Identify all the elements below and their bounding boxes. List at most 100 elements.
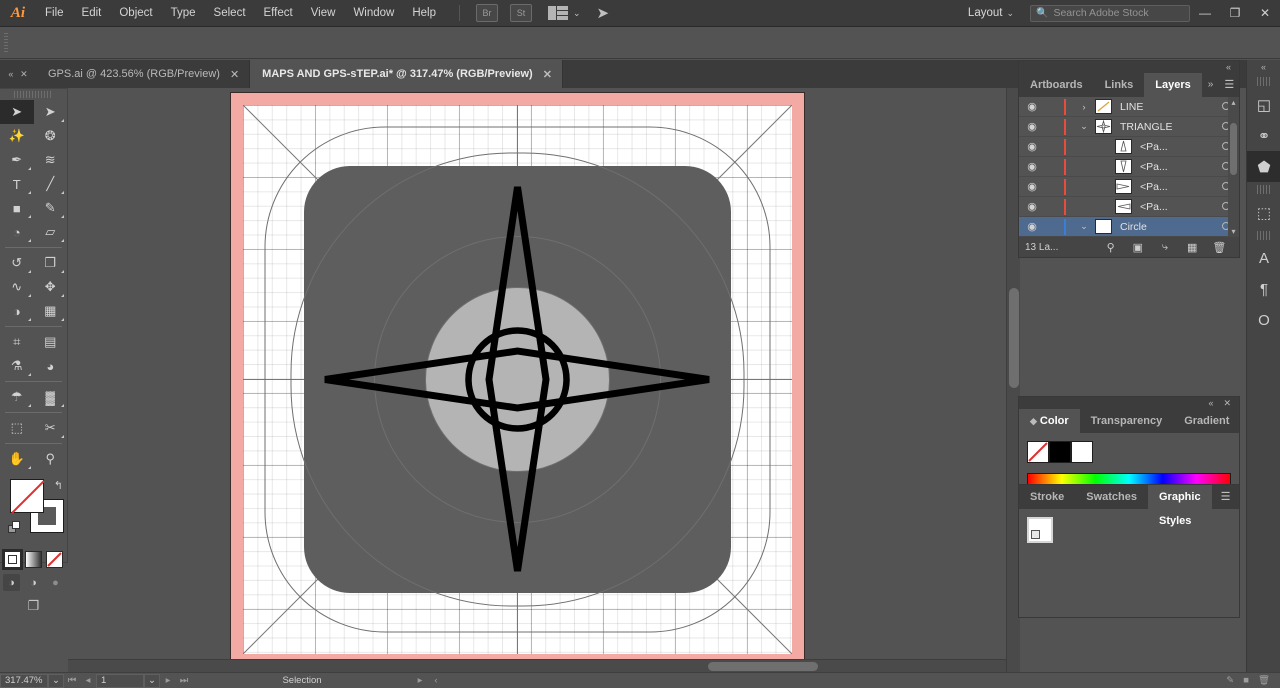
tool-flyout-indicator[interactable] (27, 270, 31, 273)
layer-row[interactable]: ◉ <Pa... (1019, 137, 1239, 157)
draw-normal-icon[interactable]: ◑ (3, 574, 20, 591)
tab-graphic-styles[interactable]: Graphic Styles (1148, 485, 1212, 527)
control-bar-grip[interactable] (4, 33, 8, 53)
rail-collapse-icon[interactable]: « (1247, 60, 1280, 74)
layer-name-label[interactable]: <Pa... (1132, 181, 1213, 193)
eyedropper-tool[interactable]: ⚗ (0, 354, 34, 378)
tab-links[interactable]: Links (1094, 73, 1145, 97)
menu-file[interactable]: File (36, 0, 73, 27)
color-collapse-icon[interactable]: « (1208, 398, 1213, 408)
chevron-down-icon[interactable]: ⌄ (573, 8, 581, 19)
magic-wand-tool[interactable]: ✨ (0, 124, 34, 148)
tool-flyout-indicator[interactable] (27, 167, 31, 170)
mesh-tool[interactable]: ⌗ (0, 330, 34, 354)
status-resize-icon[interactable]: ‹ (428, 674, 444, 688)
gradient-mode-button[interactable] (25, 551, 42, 568)
tool-flyout-indicator[interactable] (61, 215, 64, 218)
tool-flyout-indicator[interactable] (61, 404, 64, 407)
layer-name-label[interactable]: TRIANGLE (1112, 121, 1213, 133)
tab-color[interactable]: ◆ Color (1019, 409, 1080, 433)
layer-row[interactable]: ◉ <Pa... (1019, 177, 1239, 197)
layers-scroll-up-icon[interactable]: ▴ (1228, 98, 1239, 107)
zoom-tool[interactable]: ⚲ (34, 447, 68, 471)
tab-artboards[interactable]: Artboards (1019, 73, 1094, 97)
layers-scroll-thumb[interactable] (1230, 123, 1237, 175)
screen-mode-icon[interactable]: ❐ (0, 598, 67, 614)
tool-flyout-indicator[interactable] (27, 404, 31, 407)
rail-group-grip[interactable] (1257, 231, 1270, 240)
bridge-icon[interactable]: Br (476, 4, 498, 22)
direct-selection-tool[interactable]: ➤ (34, 100, 68, 124)
window-minimize-button[interactable]: — (1190, 0, 1220, 27)
tool-flyout-indicator[interactable] (61, 435, 64, 438)
color-mode-button[interactable] (2, 549, 23, 570)
hand-tool[interactable]: ✋ (0, 447, 34, 471)
tool-flyout-indicator[interactable] (27, 466, 31, 469)
tool-flyout-indicator[interactable] (61, 270, 64, 273)
graphic-styles-menu-icon[interactable]: ☰ (1212, 485, 1240, 509)
type-tool[interactable]: T (0, 172, 34, 196)
layer-disclosure-icon[interactable]: ⌄ (1075, 221, 1093, 232)
free-transform-tool[interactable]: ✥ (34, 275, 68, 299)
rail-links-icon[interactable]: ⚭ (1247, 120, 1280, 151)
layer-row[interactable]: ◉ <Pa... (1019, 157, 1239, 177)
layer-disclosure-icon[interactable]: › (1075, 102, 1093, 112)
menu-help[interactable]: Help (403, 0, 445, 27)
slice-tool[interactable]: ✂ (34, 416, 68, 440)
layout-label[interactable]: Layout (968, 7, 1007, 19)
default-graphic-style-swatch[interactable] (1027, 517, 1053, 543)
tool-flyout-indicator[interactable] (27, 373, 31, 376)
rail-layers-icon[interactable]: ⬟ (1247, 151, 1280, 182)
layer-name-label[interactable]: <Pa... (1132, 161, 1213, 173)
tab-layers[interactable]: Layers (1144, 73, 1202, 97)
tool-flyout-indicator[interactable] (27, 318, 31, 321)
paintbrush-tool[interactable]: ✎ (34, 196, 68, 220)
column-graph-tool[interactable]: ▓ (34, 385, 68, 409)
layer-visibility-eye-icon[interactable]: ◉ (1019, 160, 1045, 173)
fill-color-swatch[interactable] (1049, 441, 1071, 463)
tools-panel-grip[interactable] (14, 91, 53, 98)
tab-stroke[interactable]: Stroke (1019, 485, 1075, 509)
tool-flyout-indicator[interactable] (27, 294, 31, 297)
locate-object-icon[interactable]: ⚲ (1097, 241, 1124, 254)
rail-glyphs-icon[interactable]: O (1247, 305, 1280, 336)
line-segment-tool[interactable]: ╱ (34, 172, 68, 196)
rail-transform-icon[interactable]: ⬚ (1247, 197, 1280, 228)
eraser-tool[interactable]: ▱ (34, 220, 68, 244)
rotate-tool[interactable]: ↺ (0, 251, 34, 275)
new-sublayer-icon[interactable]: ⤷ (1151, 241, 1178, 254)
canvas-area[interactable] (68, 88, 1020, 672)
rail-artboards-icon[interactable]: ◱ (1247, 89, 1280, 120)
layout-chevron-down-icon[interactable]: ⌄ (1006, 8, 1014, 19)
layer-visibility-eye-icon[interactable]: ◉ (1019, 200, 1045, 213)
rail-group-grip[interactable] (1257, 185, 1270, 194)
tool-flyout-indicator[interactable] (61, 191, 64, 194)
canvas-horizontal-scroll-thumb[interactable] (708, 662, 818, 671)
window-restore-button[interactable]: ❐ (1220, 0, 1250, 27)
none-mode-button[interactable] (46, 551, 63, 568)
perspective-grid-tool[interactable]: ▦ (34, 299, 68, 323)
zoom-level-field[interactable]: 317.47% (0, 673, 48, 688)
tool-flyout-indicator[interactable] (61, 239, 64, 242)
status-text[interactable]: Selection (192, 674, 412, 688)
status-square-icon[interactable]: ■ (1243, 675, 1249, 686)
panel-grid-icon[interactable] (548, 6, 568, 20)
rail-character-icon[interactable]: A (1247, 243, 1280, 274)
tab-swatches[interactable]: Swatches (1075, 485, 1148, 509)
layer-disclosure-icon[interactable]: ⌄ (1075, 121, 1093, 132)
blend-tool[interactable]: ◕ (34, 354, 68, 378)
layer-visibility-eye-icon[interactable]: ◉ (1019, 220, 1045, 233)
layer-row[interactable]: ◉ ⌄ Circle (1019, 217, 1239, 237)
status-menu-arrow-icon[interactable]: ▸ (412, 674, 428, 688)
collapse-icon[interactable]: « (8, 69, 13, 79)
rail-paragraph-icon[interactable]: ¶ (1247, 274, 1280, 305)
menu-object[interactable]: Object (110, 0, 161, 27)
layer-visibility-eye-icon[interactable]: ◉ (1019, 180, 1045, 193)
close-icon[interactable]: ✕ (20, 69, 28, 80)
first-artboard-icon[interactable]: ⏮ (64, 674, 80, 688)
color-close-icon[interactable]: ✕ (1223, 398, 1231, 409)
status-pen-icon[interactable]: ✎ (1226, 675, 1234, 686)
tab-transparency[interactable]: Transparency (1080, 409, 1174, 433)
tool-flyout-indicator[interactable] (61, 119, 64, 122)
make-mask-icon[interactable]: ▣ (1124, 241, 1151, 254)
